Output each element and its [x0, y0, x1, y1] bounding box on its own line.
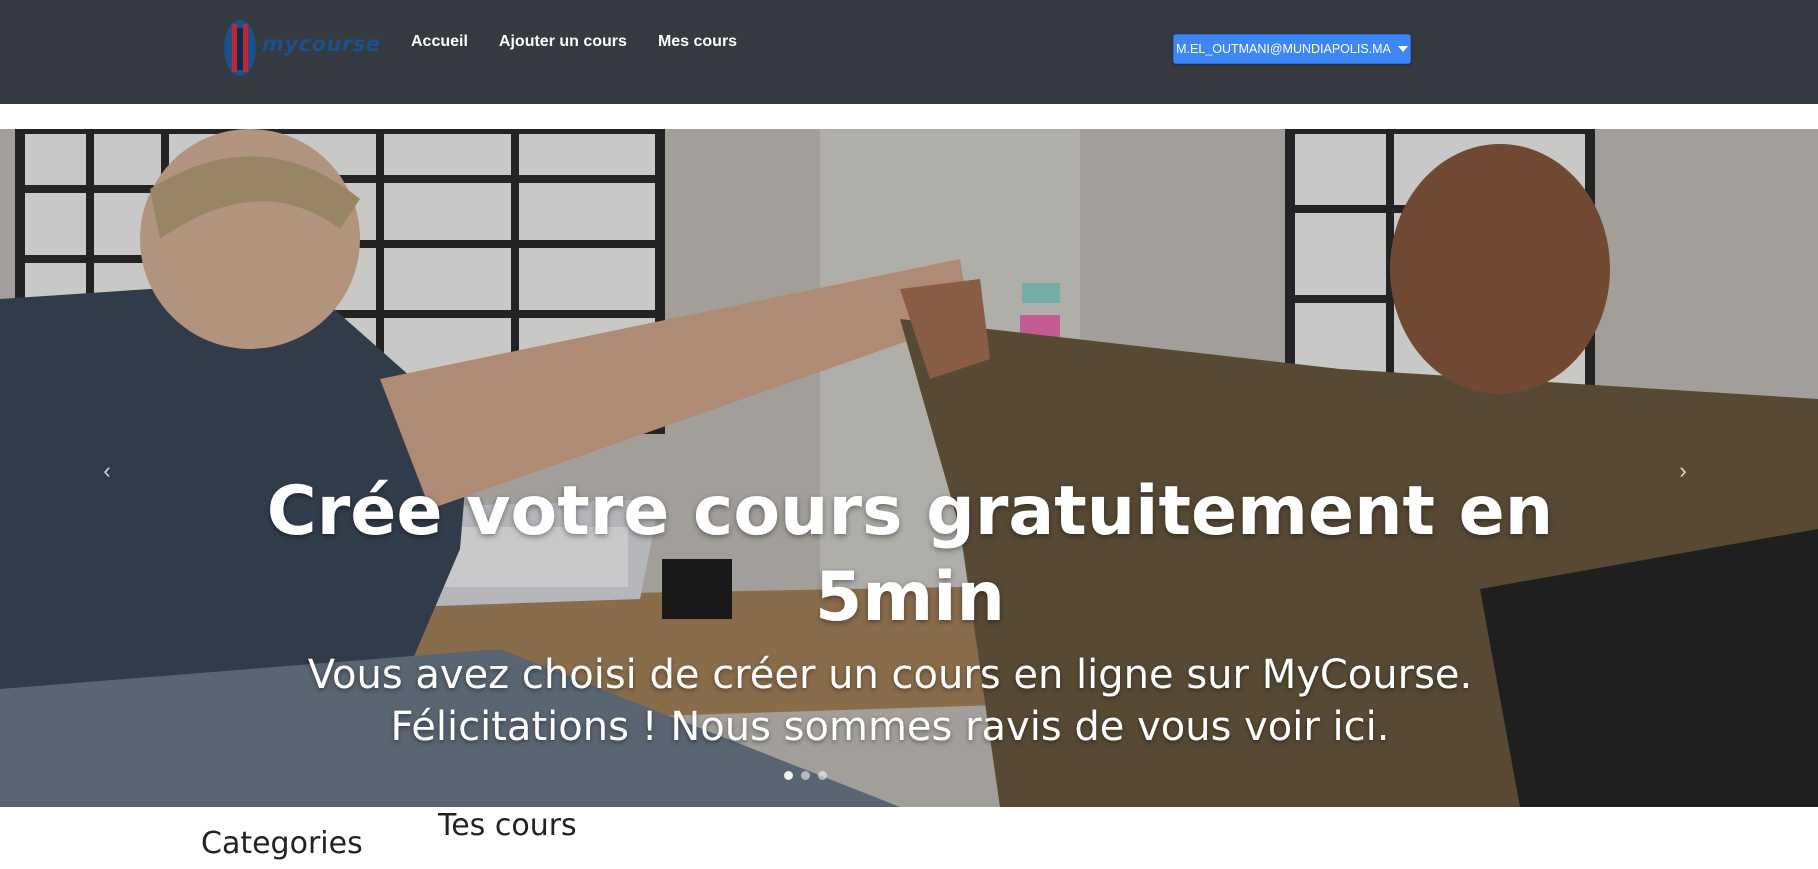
- brand-logo-icon: [224, 20, 256, 76]
- courses-heading: Tes cours: [438, 808, 577, 843]
- nav-link-mes-cours[interactable]: Mes cours: [658, 33, 737, 51]
- caret-down-icon: [1397, 46, 1408, 52]
- hero-title: Crée votre cours gratuitement en 5min: [266, 472, 1554, 637]
- carousel-indicator[interactable]: [801, 771, 810, 780]
- carousel-prev-icon[interactable]: ‹: [92, 456, 122, 486]
- top-navbar: mycourse Accueil Ajouter un cours Mes co…: [0, 0, 1818, 104]
- hero-carousel: ‹ › Crée votre cours gratuitement en 5mi…: [0, 129, 1818, 807]
- main-nav: Accueil Ajouter un cours Mes cours: [411, 33, 737, 51]
- carousel-indicator[interactable]: [818, 771, 827, 780]
- nav-link-ajouter-cours[interactable]: Ajouter un cours: [499, 33, 627, 51]
- hero-subtitle: Vous avez choisi de créer un cours en li…: [307, 652, 1473, 750]
- carousel-indicator[interactable]: [784, 771, 793, 780]
- brand-logo[interactable]: mycourse: [220, 18, 380, 78]
- user-menu-button[interactable]: M.EL_OUTMANI@MUNDIAPOLIS.MA: [1173, 34, 1411, 64]
- carousel-next-icon[interactable]: ›: [1668, 456, 1698, 486]
- carousel-indicators: [784, 771, 827, 780]
- user-email-label: M.EL_OUTMANI@MUNDIAPOLIS.MA: [1176, 42, 1391, 56]
- nav-link-accueil[interactable]: Accueil: [411, 33, 468, 51]
- brand-name: mycourse: [262, 32, 381, 56]
- categories-heading: Categories: [201, 826, 363, 861]
